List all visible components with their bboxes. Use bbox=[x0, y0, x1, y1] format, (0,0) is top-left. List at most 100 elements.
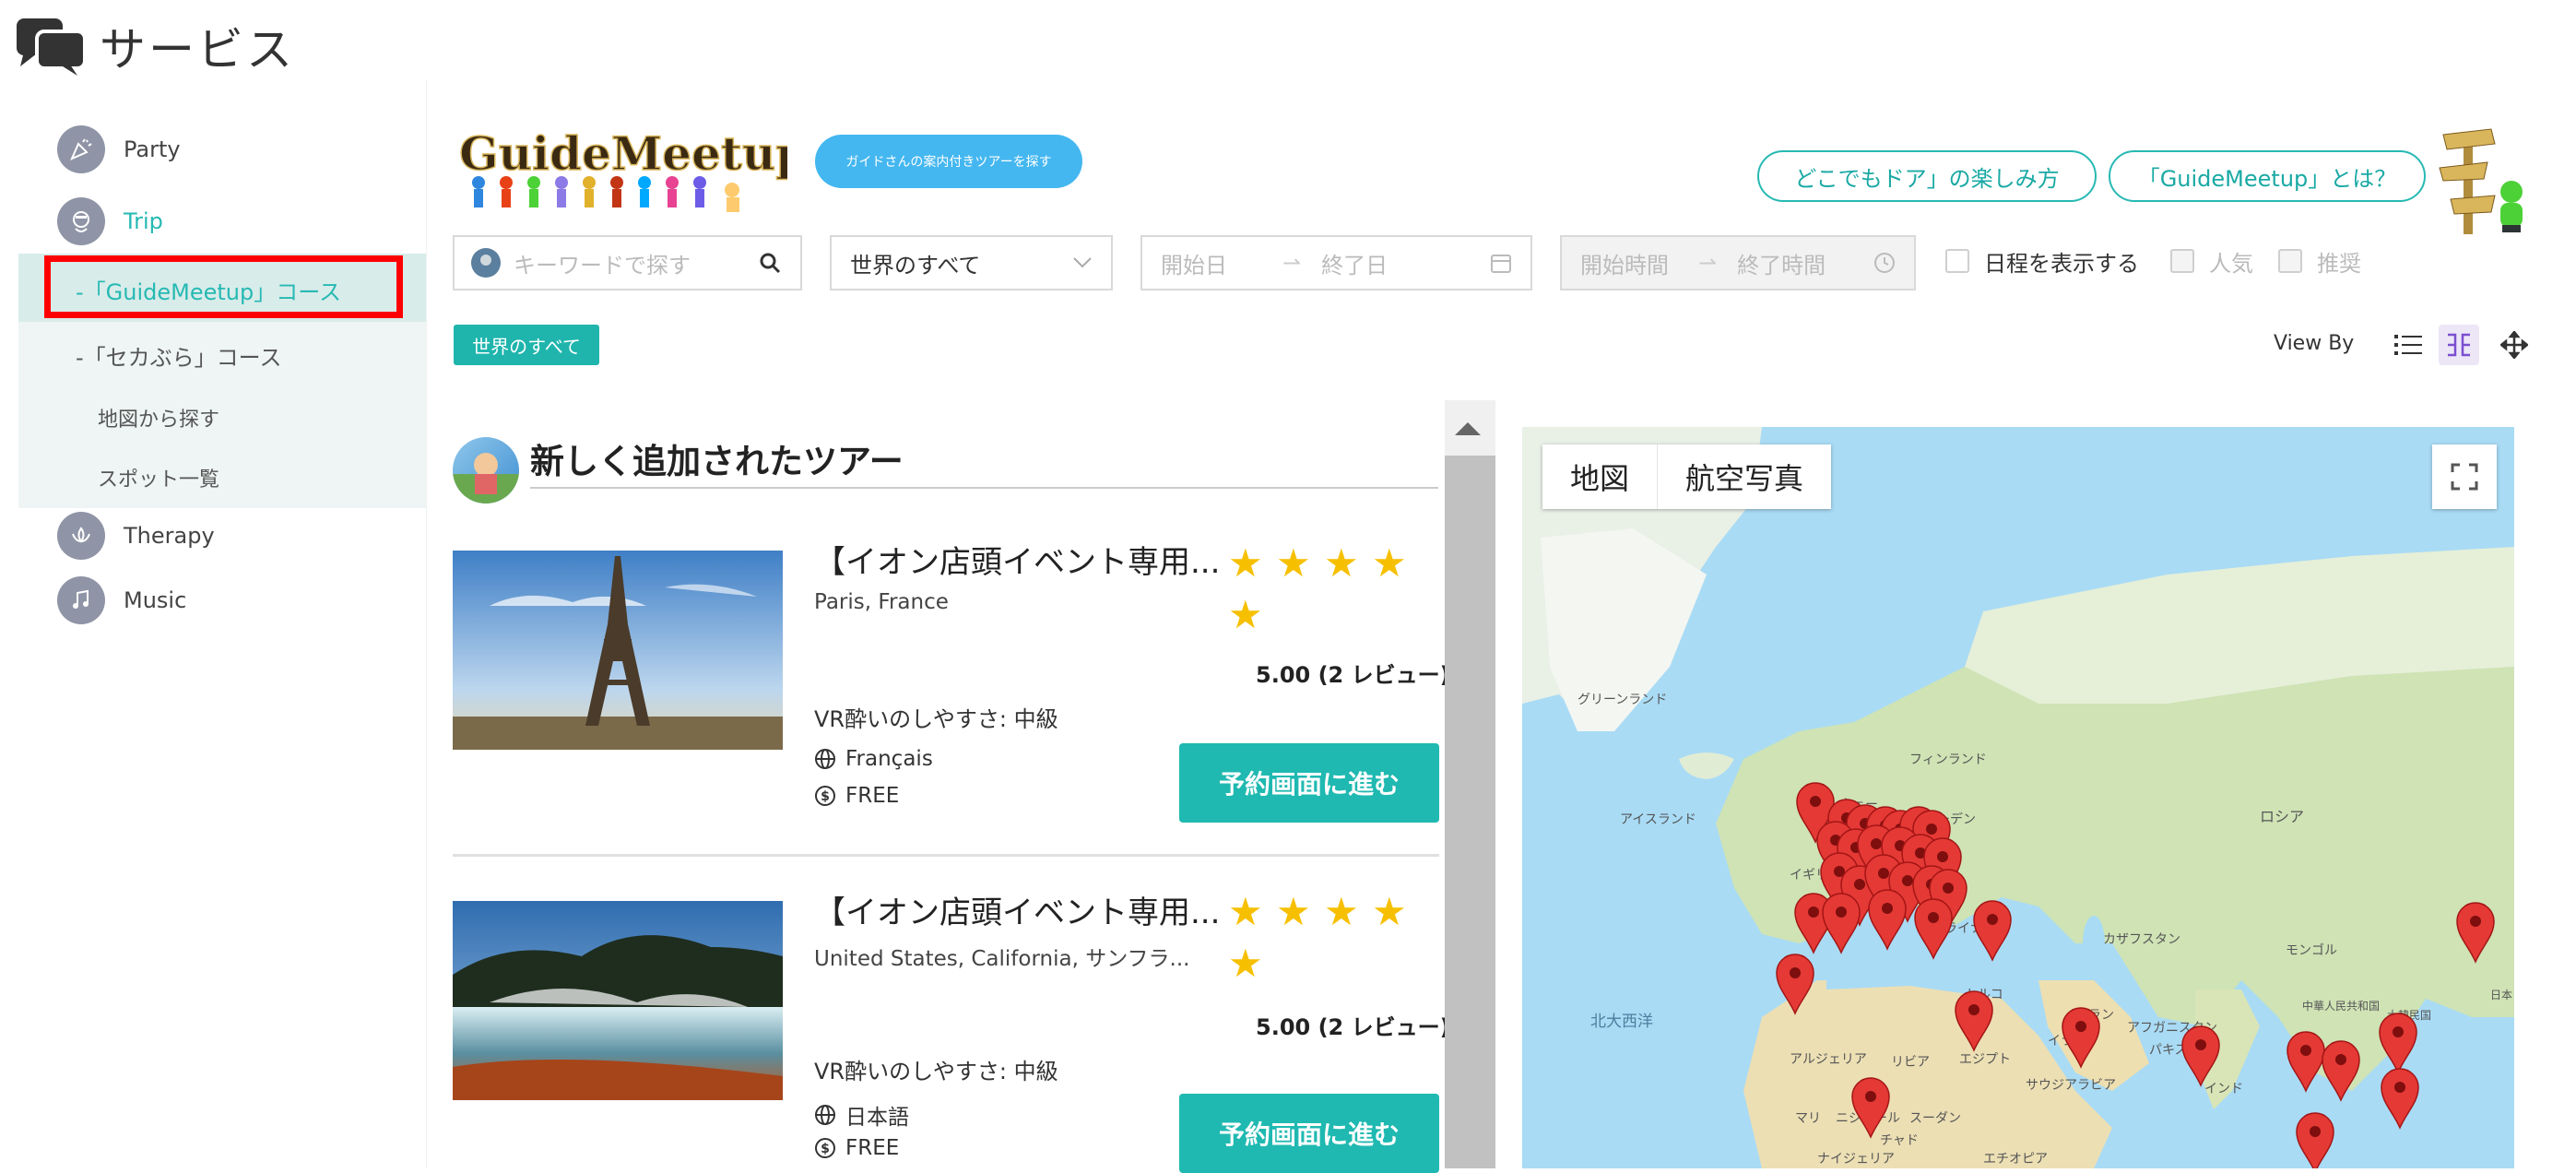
start-time-input[interactable]: 開始時間 bbox=[1580, 247, 1669, 279]
map-pin-icon[interactable] bbox=[1822, 893, 1861, 954]
book-tour-button[interactable]: 予約画面に進む bbox=[1179, 743, 1439, 823]
list-view-icon[interactable] bbox=[2388, 325, 2428, 365]
star-icon: ★ bbox=[1228, 889, 1263, 934]
map-pin-icon[interactable] bbox=[2062, 1007, 2100, 1069]
region-select[interactable]: 世界のすべて bbox=[830, 235, 1113, 290]
region-select-value: 世界のすべて bbox=[850, 252, 981, 278]
how-to-enjoy-button[interactable]: どこでもドア」の楽しみ方 bbox=[1757, 150, 2097, 202]
map-pin-icon[interactable] bbox=[2381, 1068, 2419, 1130]
highlight-annotation-box bbox=[44, 255, 403, 318]
chat-bubbles-icon bbox=[17, 18, 87, 76]
star-icon: ★ bbox=[1228, 941, 1263, 986]
sidebar-item-music[interactable]: Music bbox=[57, 575, 186, 626]
map-pin-icon[interactable] bbox=[1868, 889, 1907, 951]
split-view-icon[interactable] bbox=[2439, 325, 2479, 365]
end-date-input[interactable]: 終了日 bbox=[1321, 247, 1490, 279]
map-fullscreen-button[interactable] bbox=[2432, 444, 2497, 509]
map-pin-icon[interactable] bbox=[2379, 1013, 2417, 1074]
sidebar-item-trip[interactable]: Trip bbox=[57, 196, 163, 247]
popular-checkbox[interactable] bbox=[2170, 249, 2194, 273]
calendar-icon bbox=[1491, 255, 1511, 273]
logo-text: GuideMeetup bbox=[459, 126, 787, 181]
map-pin-icon[interactable] bbox=[2322, 1040, 2360, 1102]
book-tour-button[interactable]: 予約画面に進む bbox=[1179, 1094, 1439, 1173]
sidebar-subitem-map-search[interactable]: 地図から探す bbox=[98, 403, 219, 432]
map-pins-layer bbox=[1776, 782, 2495, 1168]
map-pin-icon[interactable] bbox=[1973, 900, 2012, 962]
sidebar-item-therapy[interactable]: Therapy bbox=[57, 510, 215, 562]
map-view-icon[interactable] bbox=[2494, 325, 2535, 365]
star-icon: ★ bbox=[1372, 889, 1407, 934]
tour-rating: 5.00 (2 レビュー) bbox=[1256, 1014, 1450, 1040]
star-icon: ★ bbox=[1324, 889, 1359, 934]
tour-vr-level: VR酔いのしやすさ: 中級 bbox=[814, 706, 1058, 732]
map-pin-icon[interactable] bbox=[2456, 902, 2495, 964]
sidebar-item-label: Music bbox=[124, 587, 187, 613]
map-pin-icon[interactable] bbox=[1955, 990, 1993, 1052]
recommended-label: 推奨 bbox=[2317, 251, 2361, 277]
list-scrollbar-thumb[interactable] bbox=[1445, 456, 1495, 1168]
heading-underline bbox=[530, 487, 1438, 489]
map-pin-icon[interactable] bbox=[1851, 1077, 1890, 1139]
tour-language-value: Français bbox=[845, 747, 933, 771]
date-range-picker[interactable]: 開始日 ⇀ 終了日 bbox=[1140, 235, 1532, 290]
guidemeetup-logo[interactable]: GuideMeetup bbox=[455, 116, 787, 218]
map-tab-map[interactable]: 地図 bbox=[1542, 444, 1657, 509]
globe-icon bbox=[815, 1105, 835, 1125]
new-tours-heading: 新しく追加されたツアー bbox=[530, 442, 904, 481]
svg-text:$: $ bbox=[821, 1142, 830, 1156]
star-icon: ★ bbox=[1228, 540, 1263, 586]
show-dates-label: 日程を表示する bbox=[1984, 251, 2139, 277]
lotus-icon bbox=[57, 512, 105, 560]
logo-figures-icon bbox=[472, 176, 739, 212]
arrow-right-icon: ⇀ bbox=[1282, 250, 1302, 276]
dollar-coin-icon: $ bbox=[815, 1138, 835, 1158]
tour-image-yellowstone[interactable] bbox=[453, 901, 783, 1100]
view-by-label: View By bbox=[2274, 332, 2355, 355]
svg-text:$: $ bbox=[821, 789, 830, 804]
traveler-icon bbox=[57, 197, 105, 245]
search-icon[interactable] bbox=[758, 251, 782, 275]
tour-image-paris[interactable] bbox=[453, 551, 783, 750]
scroll-up-arrow-icon[interactable] bbox=[1455, 422, 1481, 435]
tour-price: $ FREE bbox=[814, 784, 899, 808]
list-heading-avatar bbox=[453, 437, 519, 504]
fullscreen-icon bbox=[2451, 463, 2478, 491]
arrow-right-icon: ⇀ bbox=[1698, 250, 1718, 276]
keyword-search-input[interactable]: キーワードで探す bbox=[514, 247, 758, 279]
active-filter-tag[interactable]: 世界のすべて bbox=[454, 325, 599, 365]
map-pin-icon[interactable] bbox=[2286, 1031, 2325, 1093]
tour-divider bbox=[453, 854, 1439, 857]
star-icon: ★ bbox=[1228, 592, 1263, 637]
keyword-search-field[interactable]: キーワードで探す bbox=[453, 235, 802, 290]
map-tab-satellite[interactable]: 航空写真 bbox=[1657, 444, 1831, 509]
map-pin-icon[interactable] bbox=[2296, 1112, 2334, 1168]
map-pin-icon[interactable] bbox=[2181, 1025, 2220, 1087]
sidebar-subitem-sekabura[interactable]: -「セカぶら」コース bbox=[76, 339, 281, 372]
tour-title[interactable]: 【イオン店頭イベント専用... bbox=[814, 537, 1220, 582]
star-icon: ★ bbox=[1324, 540, 1359, 586]
start-date-input[interactable]: 開始日 bbox=[1161, 247, 1227, 279]
tour-price-value: FREE bbox=[845, 784, 900, 808]
tour-price: $ FREE bbox=[814, 1136, 899, 1160]
tour-vr-level: VR酔いのしやすさ: 中級 bbox=[814, 1059, 1058, 1084]
map-pin-icon[interactable] bbox=[1776, 954, 1814, 1015]
world-map[interactable]: グリーンランド アイスランド ノルウェー スウェーデン フィンランド ロシア イ… bbox=[1522, 427, 2514, 1168]
about-guidemeetup-button[interactable]: 「GuideMeetup」とは？ bbox=[2109, 150, 2426, 202]
tour-language: 日本語 bbox=[814, 1099, 909, 1131]
sidebar-item-label: Party bbox=[124, 136, 181, 162]
recommended-checkbox[interactable] bbox=[2278, 249, 2302, 273]
time-range-picker[interactable]: 開始時間 ⇀ 終了時間 bbox=[1560, 235, 1916, 290]
tour-language-value: 日本語 bbox=[845, 1106, 909, 1130]
tour-title[interactable]: 【イオン店頭イベント専用... bbox=[814, 887, 1220, 932]
sidebar-subitem-spot-list[interactable]: スポット一覧 bbox=[98, 463, 219, 492]
end-time-input[interactable]: 終了時間 bbox=[1737, 247, 1873, 279]
map-type-switch[interactable]: 地図 航空写真 bbox=[1542, 444, 1832, 509]
show-dates-checkbox[interactable] bbox=[1945, 249, 1969, 273]
tour-language: Français bbox=[814, 747, 933, 771]
globe-avatar-icon bbox=[471, 248, 501, 278]
sidebar-item-label: Therapy bbox=[124, 523, 215, 549]
star-icon: ★ bbox=[1276, 540, 1311, 586]
sidebar-item-party[interactable]: Party bbox=[57, 124, 181, 175]
map-pin-icon[interactable] bbox=[1914, 898, 1953, 960]
